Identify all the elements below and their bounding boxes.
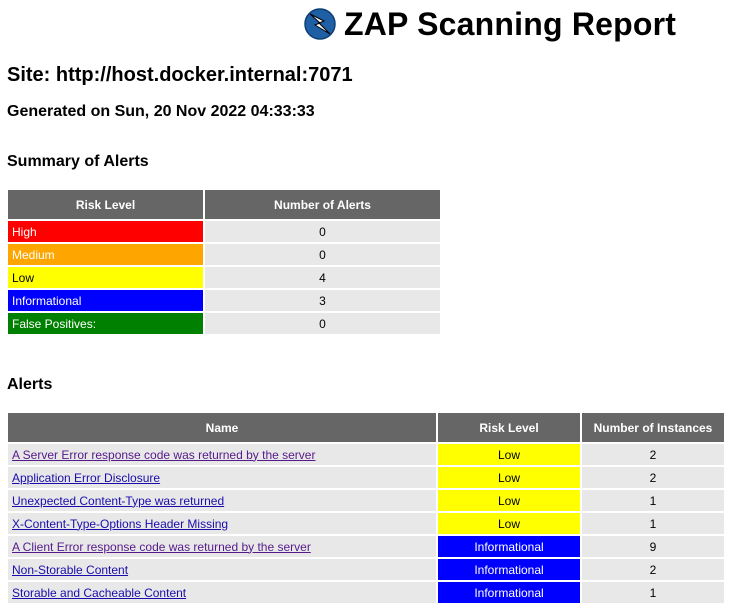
alert-name-cell: X-Content-Type-Options Header Missing: [8, 513, 436, 534]
risk-level-cell: Medium: [8, 244, 203, 265]
risk-level-badge: Low: [438, 513, 580, 534]
instance-count-cell: 2: [582, 559, 724, 580]
table-row: Unexpected Content-Type was returned Low…: [8, 490, 724, 511]
alert-count-cell: 0: [205, 313, 440, 334]
alert-link[interactable]: A Client Error response code was returne…: [12, 540, 311, 554]
instance-count-cell: 1: [582, 490, 724, 511]
alert-count-cell: 0: [205, 221, 440, 242]
summary-heading: Summary of Alerts: [7, 153, 149, 170]
instance-count-cell: 1: [582, 513, 724, 534]
table-row: A Client Error response code was returne…: [8, 536, 724, 557]
alert-name-cell: Application Error Disclosure: [8, 467, 436, 488]
instance-count-cell: 2: [582, 467, 724, 488]
alert-name-cell: A Client Error response code was returne…: [8, 536, 436, 557]
table-row: Storable and Cacheable Content Informati…: [8, 582, 724, 603]
table-row: Application Error Disclosure Low 2: [8, 467, 724, 488]
summary-header-row: Risk Level Number of Alerts: [8, 190, 440, 219]
instance-count-cell: 9: [582, 536, 724, 557]
column-header-name: Name: [8, 413, 436, 442]
alerts-heading: Alerts: [7, 376, 53, 393]
summary-row-low: Low 4: [8, 267, 440, 288]
risk-level-cell: False Positives:: [8, 313, 203, 334]
risk-level-badge: Low: [438, 444, 580, 465]
alert-link[interactable]: Unexpected Content-Type was returned: [12, 494, 224, 508]
alert-count-cell: 3: [205, 290, 440, 311]
alert-count-cell: 0: [205, 244, 440, 265]
alert-count-cell: 4: [205, 267, 440, 288]
alerts-table: Name Risk Level Number of Instances A Se…: [6, 411, 726, 605]
alert-link[interactable]: A Server Error response code was returne…: [12, 448, 315, 462]
column-header-risk-level: Risk Level: [438, 413, 580, 442]
column-header-risk-level: Risk Level: [8, 190, 203, 219]
summary-row-informational: Informational 3: [8, 290, 440, 311]
alert-link[interactable]: Application Error Disclosure: [12, 471, 160, 485]
risk-level-cell: Informational: [8, 290, 203, 311]
summary-table: Risk Level Number of Alerts High 0 Mediu…: [6, 188, 442, 336]
summary-row-high: High 0: [8, 221, 440, 242]
alert-link[interactable]: Non-Storable Content: [12, 563, 128, 577]
alert-name-cell: Unexpected Content-Type was returned: [8, 490, 436, 511]
report-header: ZAP Scanning Report: [304, 4, 676, 44]
table-row: A Server Error response code was returne…: [8, 444, 724, 465]
table-row: Non-Storable Content Informational 2: [8, 559, 724, 580]
instance-count-cell: 2: [582, 444, 724, 465]
risk-level-badge: Low: [438, 467, 580, 488]
risk-level-cell: Low: [8, 267, 203, 288]
summary-row-medium: Medium 0: [8, 244, 440, 265]
alert-link[interactable]: Storable and Cacheable Content: [12, 586, 186, 600]
summary-row-false-positives: False Positives: 0: [8, 313, 440, 334]
alerts-header-row: Name Risk Level Number of Instances: [8, 413, 724, 442]
alert-link[interactable]: X-Content-Type-Options Header Missing: [12, 517, 228, 531]
site-url: Site: http://host.docker.internal:7071: [7, 64, 353, 86]
generated-timestamp: Generated on Sun, 20 Nov 2022 04:33:33: [7, 103, 315, 120]
risk-level-badge: Informational: [438, 582, 580, 603]
table-row: X-Content-Type-Options Header Missing Lo…: [8, 513, 724, 534]
risk-level-badge: Low: [438, 490, 580, 511]
page-title: ZAP Scanning Report: [344, 5, 677, 42]
risk-level-badge: Informational: [438, 559, 580, 580]
alert-name-cell: Non-Storable Content: [8, 559, 436, 580]
instance-count-cell: 1: [582, 582, 724, 603]
risk-level-badge: Informational: [438, 536, 580, 557]
column-header-number-of-instances: Number of Instances: [582, 413, 724, 442]
risk-level-cell: High: [8, 221, 203, 242]
alert-name-cell: A Server Error response code was returne…: [8, 444, 436, 465]
column-header-number-of-alerts: Number of Alerts: [205, 190, 440, 219]
zap-lightning-icon: [304, 8, 336, 40]
alert-name-cell: Storable and Cacheable Content: [8, 582, 436, 603]
